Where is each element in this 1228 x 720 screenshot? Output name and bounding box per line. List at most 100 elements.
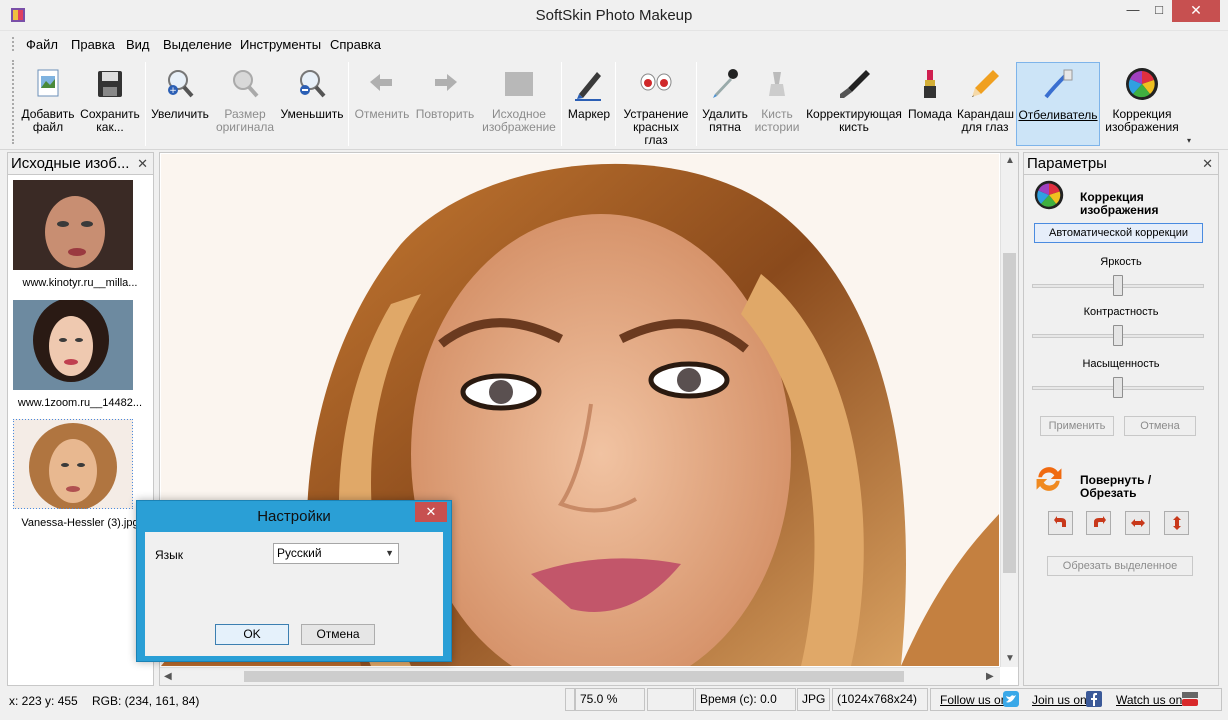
scroll-up-arrow-icon[interactable]: ▲	[1005, 155, 1015, 166]
join-facebook-link[interactable]: Join us on	[1032, 693, 1087, 707]
zoom-in-button[interactable]: + Увеличить	[149, 62, 211, 146]
whitener-button[interactable]: Отбеливатель	[1016, 62, 1100, 146]
rotate-left-button[interactable]	[1048, 511, 1073, 535]
original-size-icon	[233, 70, 259, 98]
flip-horizontal-button[interactable]	[1125, 511, 1150, 535]
saturation-label: Насыщенность	[1082, 358, 1160, 370]
menu-view[interactable]: Вид	[126, 37, 150, 52]
status-cell-empty	[565, 688, 575, 711]
undo-button[interactable]: Отменить	[352, 62, 412, 146]
history-brush-icon	[769, 72, 785, 96]
crop-selection-button[interactable]: Обрезать выделенное	[1047, 556, 1193, 576]
rotate-right-icon	[1093, 516, 1106, 527]
toolbar-separator	[348, 62, 349, 146]
horizontal-scrollbar[interactable]: ◀ ▶	[160, 667, 1000, 685]
redo-button[interactable]: Повторить	[413, 62, 477, 146]
add-file-button[interactable]: Добавить файл	[19, 62, 77, 146]
toolbar: Добавить файл Сохранить как... + Увеличи…	[0, 56, 1228, 150]
pipette-icon	[713, 69, 738, 98]
thumbnail-label: www.kinotyr.ru__milla...	[22, 277, 138, 289]
history-brush-button[interactable]: Кисть истории	[752, 62, 802, 146]
marker-tool-button[interactable]: Маркер	[565, 62, 613, 146]
title-bar: SoftSkin Photo Makeup — □ ✕	[0, 0, 1228, 31]
panel-close-icon[interactable]: ✕	[1202, 156, 1213, 172]
thumbnail-image[interactable]	[13, 180, 133, 270]
toolbar-separator	[561, 62, 562, 146]
slider-knob[interactable]	[1113, 275, 1123, 296]
brightness-label: Яркость	[1100, 256, 1142, 268]
dialog-close-button[interactable]: ✕	[415, 502, 447, 522]
add-file-icon	[37, 69, 59, 97]
save-as-button[interactable]: Сохранить как...	[79, 62, 141, 146]
cancel-button[interactable]: Отмена	[1124, 416, 1196, 436]
apply-button[interactable]: Применить	[1040, 416, 1114, 436]
red-eye-button[interactable]: Устранение красных глаз	[619, 62, 693, 147]
rotate-left-icon	[1053, 516, 1066, 527]
contrast-slider[interactable]	[1032, 325, 1204, 347]
slider-knob[interactable]	[1113, 325, 1123, 346]
menu-edit[interactable]: Правка	[71, 37, 115, 52]
scroll-right-arrow-icon[interactable]: ▶	[986, 671, 994, 682]
source-image-icon	[505, 72, 533, 96]
menu-tools[interactable]: Инструменты	[240, 37, 321, 52]
dialog-body: Язык Русский ▼ OK Отмена	[145, 532, 443, 656]
language-label: Язык	[155, 548, 184, 562]
toolbar-overflow-chevron-icon[interactable]: ▾	[1187, 136, 1191, 145]
horizontal-scroll-thumb[interactable]	[244, 671, 904, 682]
scroll-down-arrow-icon[interactable]: ▼	[1005, 653, 1015, 664]
red-eye-icon	[640, 73, 672, 91]
follow-twitter-link[interactable]: Follow us on	[940, 693, 1007, 707]
thumbnail-label: Vanessa-Hessler (3).jpg	[21, 517, 139, 529]
image-correction-button[interactable]: Коррекция изображения	[1102, 62, 1182, 146]
flip-vertical-button[interactable]	[1164, 511, 1189, 535]
watch-youtube-link[interactable]: Watch us on	[1116, 693, 1182, 707]
original-size-button[interactable]: Размер оригинала	[213, 62, 277, 146]
settings-dialog: Настройки ✕ Язык Русский ▼ OK Отмена	[136, 500, 452, 662]
color-wheel-icon	[1126, 68, 1158, 100]
twitter-icon[interactable]	[1002, 690, 1020, 708]
toolbar-separator	[615, 62, 616, 146]
correction-section-title: Коррекция изображения	[1080, 190, 1159, 217]
lipstick-icon	[924, 70, 936, 98]
brush-icon	[840, 70, 870, 98]
language-select-value: Русский	[277, 546, 322, 560]
undo-arrow-icon	[370, 74, 392, 91]
menu-selection[interactable]: Выделение	[163, 37, 232, 52]
minimize-button[interactable]: —	[1120, 0, 1146, 22]
vertical-scrollbar[interactable]: ▲ ▼	[1000, 153, 1018, 667]
thumbnail-image[interactable]	[13, 300, 133, 390]
rotate-right-button[interactable]	[1086, 511, 1111, 535]
brightness-slider[interactable]	[1032, 275, 1204, 297]
menu-file[interactable]: Файл	[26, 37, 58, 52]
contrast-label: Контрастность	[1083, 306, 1159, 318]
floppy-disk-icon	[98, 71, 122, 97]
slider-knob[interactable]	[1113, 377, 1123, 398]
zoom-out-button[interactable]: Уменьшить	[279, 62, 345, 146]
toolbar-grip	[12, 60, 15, 144]
parameters-title: Параметры	[1027, 155, 1107, 172]
source-image-button[interactable]: Исходное изображение	[479, 62, 559, 146]
maximize-button[interactable]: □	[1146, 0, 1172, 22]
scroll-left-arrow-icon[interactable]: ◀	[164, 671, 172, 682]
auto-correction-button[interactable]: Автоматической коррекции	[1034, 223, 1203, 243]
toolbar-separator	[145, 62, 146, 146]
thumbnail-image-selected[interactable]	[13, 419, 133, 509]
language-select[interactable]: Русский ▼	[273, 543, 399, 564]
correcting-brush-button[interactable]: Корректирующая кисть	[804, 62, 904, 146]
menu-help[interactable]: Справка	[330, 37, 381, 52]
remove-spots-button[interactable]: Удалить пятна	[700, 62, 750, 146]
source-images-panel: Исходные изоб... ✕ www.kinotyr.ru__milla…	[7, 152, 154, 686]
close-button[interactable]: ✕	[1172, 0, 1220, 22]
window-title: SoftSkin Photo Makeup	[535, 7, 693, 24]
ok-button[interactable]: OK	[215, 624, 289, 645]
cancel-button[interactable]: Отмена	[301, 624, 375, 645]
image-dimensions: (1024x768x24)	[832, 688, 928, 711]
panel-close-icon[interactable]: ✕	[137, 156, 148, 172]
lipstick-button[interactable]: Помада	[906, 62, 954, 146]
facebook-icon[interactable]	[1085, 690, 1103, 708]
svg-text:+: +	[169, 86, 177, 96]
youtube-icon[interactable]	[1181, 690, 1199, 708]
vertical-scroll-thumb[interactable]	[1003, 253, 1016, 573]
eye-pencil-button[interactable]: Карандаш для глаз	[956, 62, 1014, 146]
saturation-slider[interactable]	[1032, 377, 1204, 399]
